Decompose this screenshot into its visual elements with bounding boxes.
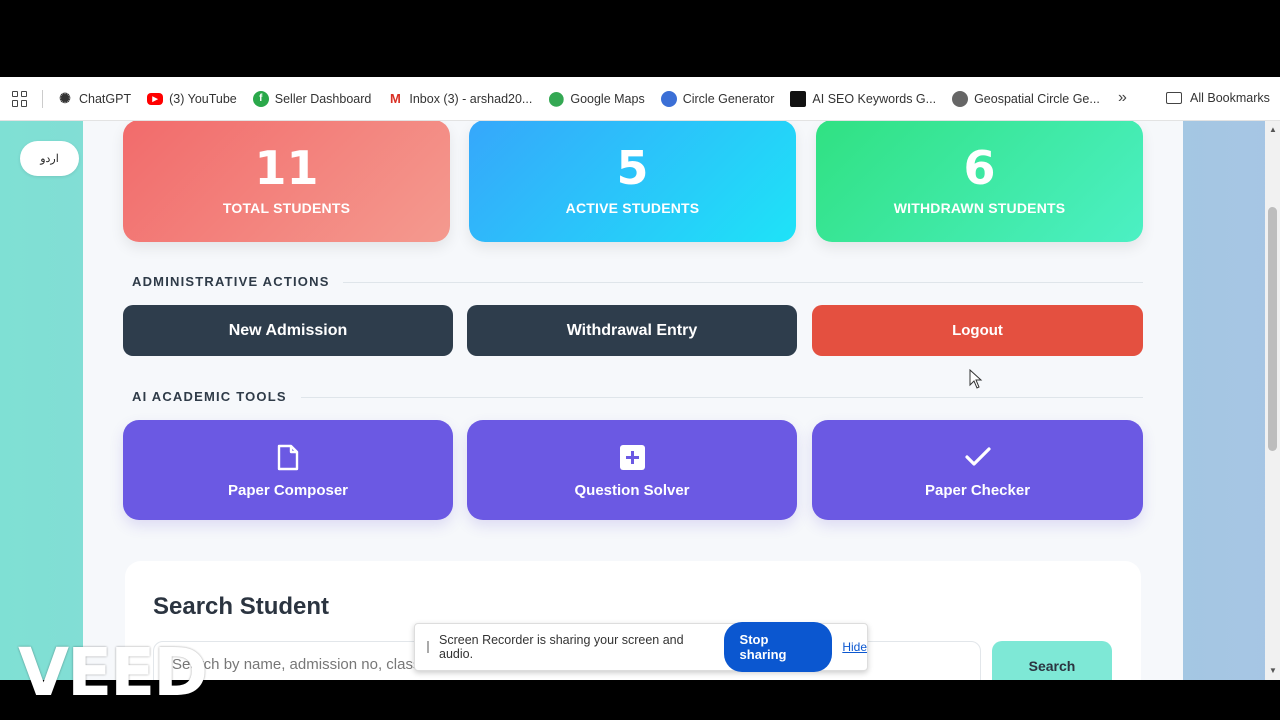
mouse-cursor-icon [969,369,983,389]
withdrawn-students-count: 6 [963,141,996,195]
maps-icon: ⬤ [548,90,565,106]
bookmark-google-maps[interactable]: ⬤ Google Maps [548,90,645,107]
scroll-up-arrow-icon[interactable]: ▲ [1269,125,1277,134]
question-solver-label: Question Solver [574,482,690,499]
plus-square-icon [467,442,797,472]
paper-composer-label: Paper Composer [227,482,349,499]
screen-share-notification: Screen Recorder is sharing your screen a… [414,622,868,672]
dashboard-panel: 11 TOTAL STUDENTS 5 ACTIVE STUDENTS 6 WI… [83,121,1183,680]
bookmark-inbox[interactable]: M Inbox (3) - arshad20... [387,91,532,107]
drag-handle-icon[interactable] [427,641,429,653]
active-students-card: 5 ACTIVE STUDENTS [469,121,796,242]
bookmark-youtube[interactable]: ▶ (3) YouTube [147,92,237,106]
total-students-card: 11 TOTAL STUDENTS [123,121,450,242]
total-students-count: 11 [254,141,319,195]
all-bookmarks[interactable]: All Bookmarks [1166,91,1270,105]
page-viewport: اردو 11 TOTAL STUDENTS 5 ACTIVE STUDENTS… [0,121,1280,680]
bookmark-chatgpt[interactable]: ✺ ChatGPT [57,90,131,107]
bookmark-seller-dashboard[interactable]: f Seller Dashboard [252,90,371,107]
document-icon [123,442,453,472]
bookmarks-divider [42,89,43,108]
withdrawal-entry-button[interactable]: Withdrawal Entry [467,305,797,356]
active-students-count: 5 [616,141,649,195]
stop-sharing-button[interactable]: Stop sharing [723,622,833,672]
paper-checker-label: Paper Checker [924,482,1031,499]
search-student-title: Search Student [153,593,330,620]
page-scrollbar[interactable]: ▲ ▼ [1265,121,1280,680]
admin-actions-heading: ADMINISTRATIVE ACTIONS [132,274,330,289]
globe-icon [660,90,677,107]
section-divider [343,282,1143,283]
ai-tools-heading: AI ACADEMIC TOOLS [132,389,287,404]
scroll-down-arrow-icon[interactable]: ▼ [1269,666,1277,675]
bookmarks-bar: ✺ ChatGPT ▶ (3) YouTube f Seller Dashboa… [0,77,1280,121]
hide-link[interactable]: Hide [842,640,867,654]
total-students-label: TOTAL STUDENTS [222,200,351,216]
new-admission-button[interactable]: New Admission [123,305,453,356]
gmail-icon: M [389,91,401,106]
section-divider [301,397,1143,398]
question-solver-button[interactable]: Question Solver [467,420,797,520]
youtube-icon: ▶ [147,92,164,105]
search-button[interactable]: Search [992,641,1112,680]
apps-grid-icon[interactable] [12,90,28,107]
bookmark-circle-generator[interactable]: Circle Generator [660,90,774,107]
chatgpt-icon: ✺ [59,90,71,106]
language-toggle-button[interactable]: اردو [20,141,79,176]
globe-icon [952,90,969,107]
withdrawn-students-label: WITHDRAWN STUDENTS [893,200,1066,216]
seo-icon [790,90,807,107]
paper-checker-button[interactable]: Paper Checker [812,420,1143,520]
scrollbar-thumb[interactable] [1268,207,1277,451]
more-bookmarks-icon[interactable]: » [1118,89,1127,107]
paper-composer-button[interactable]: Paper Composer [123,420,453,520]
bookmark-geospatial[interactable]: Geospatial Circle Ge... [952,90,1100,107]
logout-button[interactable]: Logout [812,305,1143,356]
bookmark-ai-seo[interactable]: AI SEO Keywords G... [790,90,936,107]
folder-icon [1166,92,1182,104]
checkmark-icon [812,442,1143,472]
share-message: Screen Recorder is sharing your screen a… [439,633,684,661]
veed-watermark-logo: VEED [18,634,208,711]
withdrawn-students-card: 6 WITHDRAWN STUDENTS [816,121,1143,242]
seller-icon: f [252,90,269,107]
active-students-label: ACTIVE STUDENTS [565,200,700,216]
video-letterbox-top [0,0,1280,77]
